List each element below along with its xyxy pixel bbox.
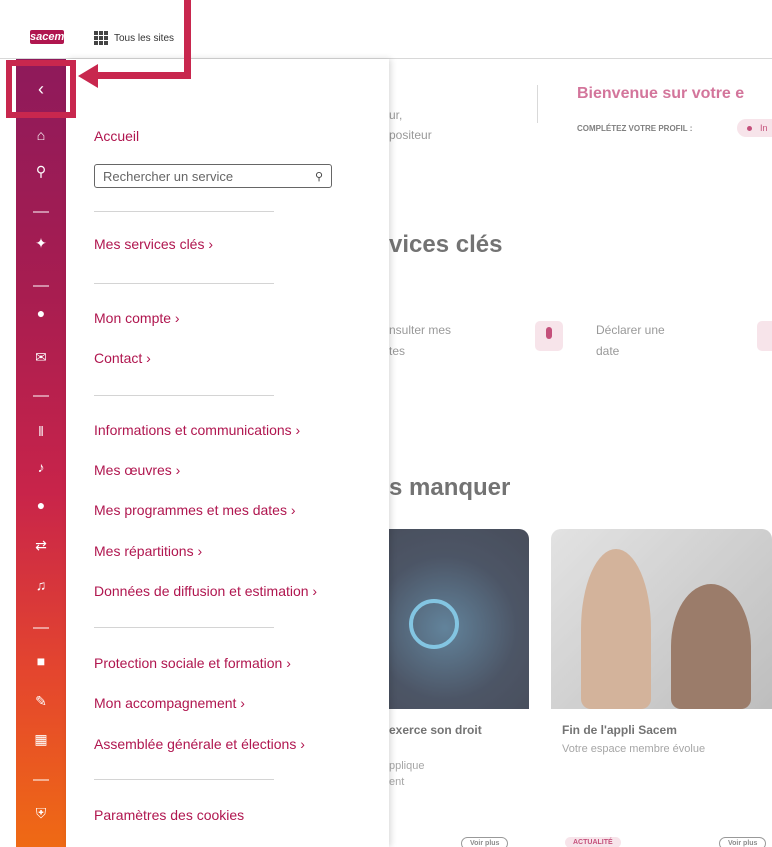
sacem-logo[interactable]: sacem [30,30,64,44]
mail-icon[interactable]: ✉ [16,343,66,371]
menu-divider [94,211,274,212]
library-icon[interactable]: ‖ [16,417,66,445]
menu-divider [94,395,274,396]
pin-icon[interactable]: ✦ [16,229,66,257]
broadcast-icon[interactable]: ♫ [16,571,66,599]
sidebar-divider [33,627,49,629]
menu-programmes[interactable]: Mes programmes et mes dates › [94,502,296,518]
handshake-icon[interactable]: ✎ [16,687,66,715]
sidebar-divider [33,779,49,781]
menu-cookies[interactable]: Paramètres des cookies [94,807,244,823]
all-sites-label: Tous les sites [114,32,175,44]
menu-assemblee[interactable]: Assemblée générale et élections › [94,736,305,752]
menu-donnees[interactable]: Données de diffusion et estimation › [94,583,317,599]
menu-accompagnement[interactable]: Mon accompagnement › [94,695,245,711]
menu-informations[interactable]: Informations et communications › [94,422,300,438]
search-placeholder: Rechercher un service [103,168,234,184]
grid-icon [94,31,108,45]
navigation-panel: Accueil Rechercher un service ⚲ Mes serv… [66,59,389,847]
microphone-icon-nav[interactable]: ● [16,491,66,519]
annotation-line-vertical [184,0,191,78]
menu-contact[interactable]: Contact › [94,350,151,366]
house-shield-icon[interactable]: ■ [16,647,66,675]
sidebar: ‹ ⌂ ⚲ ✦ ● ✉ ‖ ♪ ● ⇄ ♫ ■ ✎ ▦ ⛨ [16,59,66,847]
sidebar-divider [33,395,49,397]
menu-repartitions[interactable]: Mes répartitions › [94,543,202,559]
sidebar-divider [33,285,49,287]
calendar-icon[interactable]: ▦ [16,725,66,753]
menu-divider [94,283,274,284]
shield-icon[interactable]: ⛨ [16,799,66,827]
annotation-line-horizontal [96,72,191,79]
menu-oeuvres[interactable]: Mes œuvres › [94,462,180,478]
annotation-highlight-box [6,60,76,118]
annotation-arrow-icon [78,64,98,88]
menu-mon-compte[interactable]: Mon compte › [94,310,180,326]
menu-services-cles[interactable]: Mes services clés › [94,236,213,252]
sidebar-divider [33,211,49,213]
all-sites-button[interactable]: Tous les sites [94,30,174,46]
home-icon[interactable]: ⌂ [16,121,66,149]
user-icon[interactable]: ● [16,299,66,327]
top-bar: sacem Tous les sites [0,0,772,58]
search-icon[interactable]: ⚲ [16,157,66,185]
transfer-arrows-icon[interactable]: ⇄ [16,531,66,559]
menu-accueil[interactable]: Accueil [94,128,139,144]
search-magnifier-icon[interactable]: ⚲ [315,170,323,183]
background-page: ur, positeur Bienvenue sur votre e COMPL… [389,59,772,847]
menu-divider [94,627,274,628]
service-search-input[interactable]: Rechercher un service ⚲ [94,164,332,188]
music-note-icon[interactable]: ♪ [16,453,66,481]
menu-protection[interactable]: Protection sociale et formation › [94,655,291,671]
dim-overlay [389,59,772,847]
menu-divider [94,779,274,780]
